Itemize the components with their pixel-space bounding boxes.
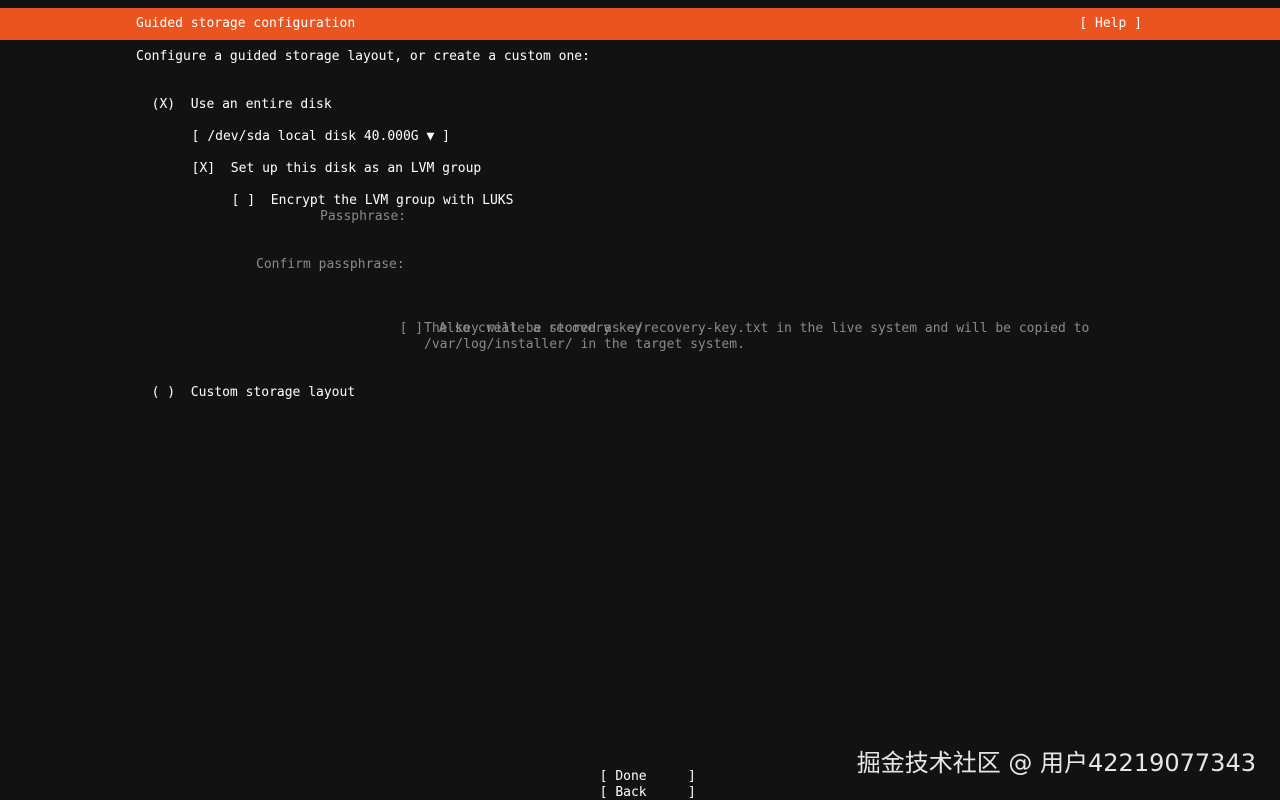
recovery-description-line-1: The key will be stored as ~/recovery-key… bbox=[424, 321, 1090, 336]
passphrase-label: Passphrase: bbox=[320, 209, 407, 224]
entire-disk-radio[interactable]: (X) bbox=[152, 97, 175, 112]
luks-checkbox[interactable]: [ ] bbox=[232, 193, 255, 208]
custom-layout-radio[interactable]: ( ) bbox=[152, 385, 175, 400]
header-bar: Guided storage configuration [ Help ] bbox=[0, 8, 1280, 40]
lvm-option[interactable]: [X] Set up this disk as an LVM group bbox=[176, 145, 482, 176]
luks-label: Encrypt the LVM group with LUKS bbox=[270, 193, 514, 208]
custom-layout-label: Custom storage layout bbox=[190, 385, 356, 400]
help-button[interactable]: [ Help ] bbox=[1079, 16, 1142, 32]
back-close-bracket: ] bbox=[688, 785, 696, 800]
recovery-checkbox: [ ] bbox=[399, 321, 424, 336]
custom-layout-option[interactable]: ( ) Custom storage layout bbox=[136, 369, 356, 400]
lvm-label: Set up this disk as an LVM group bbox=[230, 161, 482, 176]
confirm-passphrase-label: Confirm passphrase: bbox=[256, 257, 405, 272]
luks-option[interactable]: [ ] Encrypt the LVM group with LUKS bbox=[216, 177, 514, 208]
entire-disk-option[interactable]: (X) Use an entire disk bbox=[136, 81, 332, 112]
watermark: 掘金技术社区 @ 用户42219077343 bbox=[856, 749, 1256, 777]
disk-select-close-bracket: ] bbox=[442, 129, 450, 144]
done-button[interactable]: [ Done] bbox=[584, 753, 696, 784]
confirm-passphrase-field bbox=[416, 257, 716, 273]
back-label: Back bbox=[615, 785, 647, 800]
entire-disk-label: Use an entire disk bbox=[190, 97, 332, 112]
passphrase-field bbox=[416, 209, 716, 225]
page-title: Guided storage configuration bbox=[136, 16, 356, 31]
recovery-option: [ ] Also create a recovery key bbox=[384, 305, 643, 336]
disk-select-value: /dev/sda local disk 40.000G bbox=[207, 129, 419, 144]
disk-select[interactable]: [ /dev/sda local disk 40.000G ▼ ] bbox=[176, 113, 450, 144]
lvm-checkbox[interactable]: [X] bbox=[192, 161, 215, 176]
recovery-description-line-2: /var/log/installer/ in the target system… bbox=[424, 337, 745, 352]
back-button[interactable]: [ Back] bbox=[584, 769, 696, 800]
intro-text: Configure a guided storage layout, or cr… bbox=[136, 49, 590, 64]
